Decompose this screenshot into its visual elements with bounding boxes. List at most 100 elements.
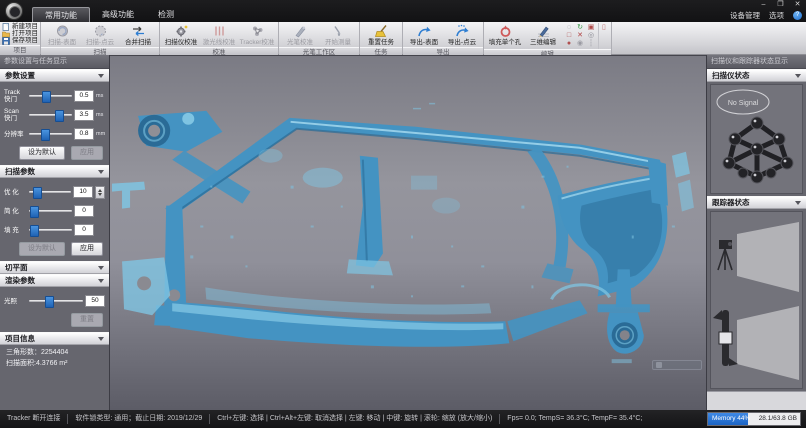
collapse-icon [98,279,104,283]
trash-icon[interactable]: ▯ [602,24,606,32]
fps-temperature-status: Fps= 0.0; TempS= 36.3°C; TempF= 35.4°C; [499,414,649,424]
collapse-icon [98,266,104,270]
apply-button[interactable]: 应用 [71,146,103,160]
tracker-device-icon [713,310,738,366]
stylus-calibration-button[interactable]: 光笔校准 [281,23,319,47]
scan-surface-button[interactable]: 扫描-表面 [43,23,81,47]
scan-area: 扫描面积:4.3766 m² [4,358,105,369]
status-bar: Tracker 断开连接 软件锁类型: 通用；截止日期: 2019/12/29 … [0,410,806,428]
line-select-icon[interactable]: ┆ [586,40,596,48]
parameter-panel: 参数设置与任务显示 参数设置 Track 快门 0.5 ms Scan 快门 3… [0,55,110,410]
section-header-render-params[interactable]: 渲染参数 [0,274,109,287]
rect-select-icon[interactable]: □ [564,32,574,40]
point-select-icon[interactable]: ● [564,40,574,48]
tab-advanced-functions[interactable]: 高级功能 [90,7,146,22]
simplify-value[interactable]: 0 [74,205,94,217]
fill-hole-icon [498,24,513,38]
reset-task-button[interactable]: 重置任务 [362,23,400,47]
merge-scan-icon [131,24,146,38]
section-header-clip-plane[interactable]: 切平面 [0,261,109,274]
menu-options[interactable]: 选项 [769,10,784,21]
start-measure-button[interactable]: 开始测量 [319,23,357,47]
collapse-icon [98,74,104,78]
start-measure-icon [331,24,346,38]
tracker-calibration-button[interactable]: Tracker校准 [238,23,276,47]
collapse-icon [795,201,801,205]
ribbon-group-export: 导出-表面 导出-点云 导出 [403,22,484,54]
section-header-tracker-status[interactable]: 跟踪器状态 [707,196,806,209]
laser-calibration-button[interactable]: 激光线校准 [200,23,238,47]
tracker-fov-bottom [737,306,799,380]
tab-common-functions[interactable]: 常用功能 [32,7,90,22]
deselect-icon[interactable]: ✕ [575,32,585,40]
save-project-button[interactable]: 保存项目 [2,37,38,44]
resolution-value[interactable]: 0.8 [74,128,94,140]
simplify-slider[interactable] [29,205,72,217]
lighting-slider[interactable] [29,295,83,307]
scanner-status-panel-title: 扫描仪和跟踪器状态显示 [707,55,806,69]
set-default-button[interactable]: 设为默认 [19,242,65,256]
app-logo-icon[interactable] [5,2,23,20]
track-shutter-slider[interactable] [29,90,72,102]
mouse-hints: Ctrl+左键: 选择 | Ctrl+Alt+左键: 取消选择 | 左键: 移动… [209,414,499,424]
maximize-button[interactable]: ❐ [772,0,789,10]
scan-shutter-row: Scan 快门 3.5 ms [4,108,105,122]
scanner-status-panel: 扫描仪和跟踪器状态显示 扫描仪状态 No Signal [706,55,806,410]
3d-viewport[interactable] [110,55,706,410]
fill-row: 填 充 0 [4,223,105,237]
optimize-stepper[interactable] [95,186,105,199]
scan-shutter-slider[interactable] [29,109,72,121]
parameter-panel-title: 参数设置与任务显示 [0,55,109,69]
help-icon[interactable]: ? [793,11,802,20]
memory-indicator: Memory 44% 28.1/63.8 GB [707,412,801,426]
viewport-floating-tab[interactable] [652,360,702,370]
scan-surface-icon [55,24,70,38]
export-surface-icon [417,24,432,38]
window-controls: – ❐ ✕ [755,0,806,10]
lighting-value[interactable]: 50 [85,295,105,307]
refresh-icon[interactable]: ↻ [575,24,585,32]
dot-mark-icon[interactable]: ◉ [575,40,585,48]
magnify-icon[interactable]: ◎ [586,32,596,40]
merge-scan-button[interactable]: 合并扫描 [119,23,157,47]
ribbon-group-project: 新建项目 打开项目 保存项目 项目 [0,22,41,54]
fill-hole-button[interactable]: 填充单个孔 [486,23,524,49]
scan-pointcloud-button[interactable]: 扫描-点云 [81,23,119,47]
export-surface-button[interactable]: 导出-表面 [405,23,443,47]
collapse-icon [795,74,801,78]
menu-tabs: 常用功能 高级功能 检测 [32,7,186,22]
minimize-button[interactable]: – [755,0,772,10]
scan-shutter-value[interactable]: 3.5 [74,109,94,121]
section-header-project-info[interactable]: 项目信息 [0,332,109,345]
section-header-scanner-status[interactable]: 扫描仪状态 [707,69,806,82]
export-pointcloud-button[interactable]: 导出-点云 [443,23,481,47]
mark-region-icon[interactable]: ▣ [586,24,596,32]
reset-button[interactable]: 重置 [71,313,103,327]
resolution-slider[interactable] [29,128,72,140]
reset-task-icon [374,24,389,38]
save-project-icon [2,37,10,45]
track-shutter-value[interactable]: 0.5 [74,90,94,102]
ribbon-group-edit: 填充单个孔 三维编辑 ◌ ↻ ▣ □ ✕ ◎ ● ◉ ┆ ▯ 编辑 [484,22,612,54]
set-default-button[interactable]: 设为默认 [19,146,65,160]
section-header-parameters[interactable]: 参数设置 [0,69,109,82]
no-signal-label: No Signal [728,100,759,107]
ribbon-group-stylus-workspace: 光笔校准 开始测量 光笔工作区 [279,22,360,54]
menu-device-manager[interactable]: 设备管理 [730,10,760,21]
optimize-value[interactable]: 10 [73,186,93,198]
tab-inspection[interactable]: 检测 [146,7,186,22]
fill-slider[interactable] [29,224,72,236]
section-header-scan-params[interactable]: 扫描参数 [0,165,109,178]
mesh-edit-button[interactable]: 三维编辑 [524,23,562,49]
scanner-calibration-icon [174,24,189,38]
apply-button[interactable]: 应用 [71,242,103,256]
tripod-camera-icon [718,240,732,270]
circle-select-icon[interactable]: ◌ [564,24,574,32]
optimize-slider[interactable] [29,186,71,198]
title-bar: 常用功能 高级功能 检测 – ❐ ✕ 设备管理 选项 ? [0,0,806,22]
fill-value[interactable]: 0 [74,224,94,236]
close-button[interactable]: ✕ [789,0,806,10]
scanner-calibration-button[interactable]: 扫描仪校准 [162,23,200,47]
tracker-fov-top [737,222,799,292]
license-status: 软件锁类型: 通用；截止日期: 2019/12/29 [67,414,209,424]
